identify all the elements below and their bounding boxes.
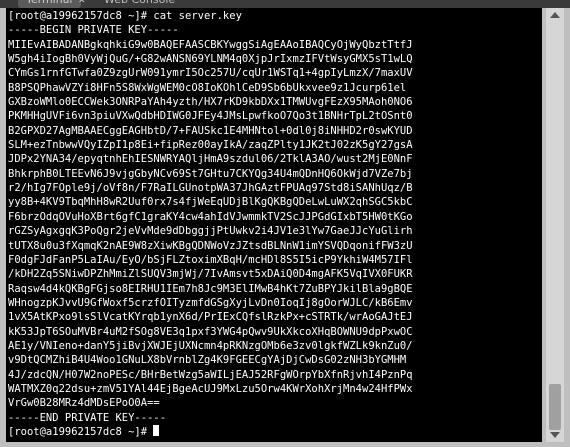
- tab-terminal[interactable]: Terminal: [18, 0, 81, 8]
- key-line: yy8B+4KV9TbqMhH8wR2Uuf0rx7s4fjWeEqUDjBlK…: [8, 196, 413, 209]
- console-window: Terminal ✕ Web Console [root@a19962157dc…: [0, 0, 570, 447]
- tab-web-console[interactable]: Web Console: [96, 0, 183, 8]
- scroll-thumb[interactable]: [549, 384, 561, 430]
- private-key-block: -----BEGIN PRIVATE KEY----- MIIEvAIBADANB…: [8, 23, 413, 425]
- key-line: VrGw0B28MRz4dMDsEPoO0A==: [8, 397, 160, 410]
- key-line: -----END PRIVATE KEY-----: [8, 411, 167, 424]
- key-line: WATMXZ0q22dsu+zmV51YAl44EjBgeAcUJ9MxLzu5…: [8, 382, 413, 395]
- key-line: 4J/zdcQN/H07W2noPESc/BHrBetWzg5aWILjEAJ5…: [8, 368, 413, 381]
- key-line: -----BEGIN PRIVATE KEY-----: [8, 24, 179, 37]
- key-line: tUTX8u0u3fXqmqK2nAE9W8zXiwKBgQDNWoVzJZts…: [8, 239, 413, 252]
- key-line: Raqsw4d4kQKBgFGjso8EIRHU1IEm7h8Jc9M3ElIM…: [8, 282, 413, 295]
- key-line: WHnogzpKJvvU9GfWoxf5crzfOITyzmfdGSgXyjLv…: [8, 296, 413, 309]
- vertical-scrollbar[interactable]: [546, 8, 564, 442]
- text-cursor: [153, 424, 160, 436]
- key-line: rGZSyAgxgqK3PoQgr2jeVvMde9dDbggjjPtUwkv2…: [8, 225, 413, 238]
- key-line: F6brzOdqOVuHoXBrt6gfC1graKY4cw4ahIdVJwmm…: [8, 210, 413, 223]
- close-icon[interactable]: ✕: [78, 0, 86, 6]
- prompt-text: [root@a19962157dc8 ~]#: [8, 425, 154, 438]
- key-line: 1vX5AtKPxo9lsSlVcatKYrqb1ynX6d/PrIExCQfs…: [8, 311, 413, 324]
- scroll-up-icon[interactable]: [550, 12, 560, 18]
- tab-bar: Terminal ✕ Web Console: [0, 0, 570, 8]
- key-line: BhkrphB0LTEEvN6J9vjgGbyNCv69St7GHtu7CKYQ…: [8, 167, 413, 180]
- key-line: B2GPXD27AgMBAAECggEAGHbtD/7+FAUSkc1E4MHN…: [8, 124, 413, 137]
- scroll-down-icon[interactable]: [550, 432, 560, 438]
- command-line: [root@a19962157dc8 ~]# cat server.key: [8, 10, 242, 22]
- shell-prompt[interactable]: [root@a19962157dc8 ~]#: [8, 424, 413, 439]
- key-line: r2/hIg7FOple9j/oVf8n/F7RaILGUnotpWA37JhG…: [8, 182, 413, 195]
- key-line: B8PSQPhawVZYi8HFn5S8WxWgWEM0cO8IoKOhlCeD…: [8, 81, 407, 94]
- key-line: AE1y/VNIeno+danY5jiBvjXWJEjUXNcmn4pRKNzg…: [8, 339, 413, 352]
- key-line: W5gh4iIogBh0VyWjQuG/+G82wANSN69YLNM4q0Xj…: [8, 53, 413, 66]
- key-line: GXBzoWMlo0ECCWek3ONRPaYAh4yzth/HX7rKD9kb…: [8, 96, 413, 109]
- key-line: kK53JpT6SOuMVBr4uM2fSOg8VE3q1pxf3YWG4pQw…: [8, 325, 413, 338]
- terminal-output[interactable]: [root@a19962157dc8 ~]# cat server.key --…: [6, 8, 542, 442]
- key-line: SLM+ezTnbwwVQyIZpI1p8Ei+fipRez00ayIkA/za…: [8, 139, 413, 152]
- key-line: F0dgFJdFanP5LaIAu/EyO/bSjFLZtoximXBqH/mc…: [8, 253, 413, 266]
- key-line: PKMHHgUVFi6vn3piuVXwQdbHDIWG0JFEy4JMsLpw…: [8, 110, 413, 123]
- terminal-lines: [root@a19962157dc8 ~]# cat server.key --…: [8, 9, 413, 439]
- key-line: CYmGs1rnfGTwfa0Z9zgUrW091ymrI5Oc257U/cqU…: [8, 67, 413, 80]
- key-line: JDPx2YNA34/epyqtnhEhIESNWRYAQljHmA9szdul…: [8, 153, 413, 166]
- key-line: /kDH2Zq5SNiwDPZhMmiZlSUQV3mjWj/7IvAmsvt5…: [8, 268, 413, 281]
- key-line: v9DtQCMZhiB4U4Woo1GNuLX8bVrnblZg4K9FGEEC…: [8, 354, 407, 367]
- key-line: MIIEvAIBADANBgkqhkiG9w0BAQEFAASCBKYwggSi…: [8, 38, 413, 51]
